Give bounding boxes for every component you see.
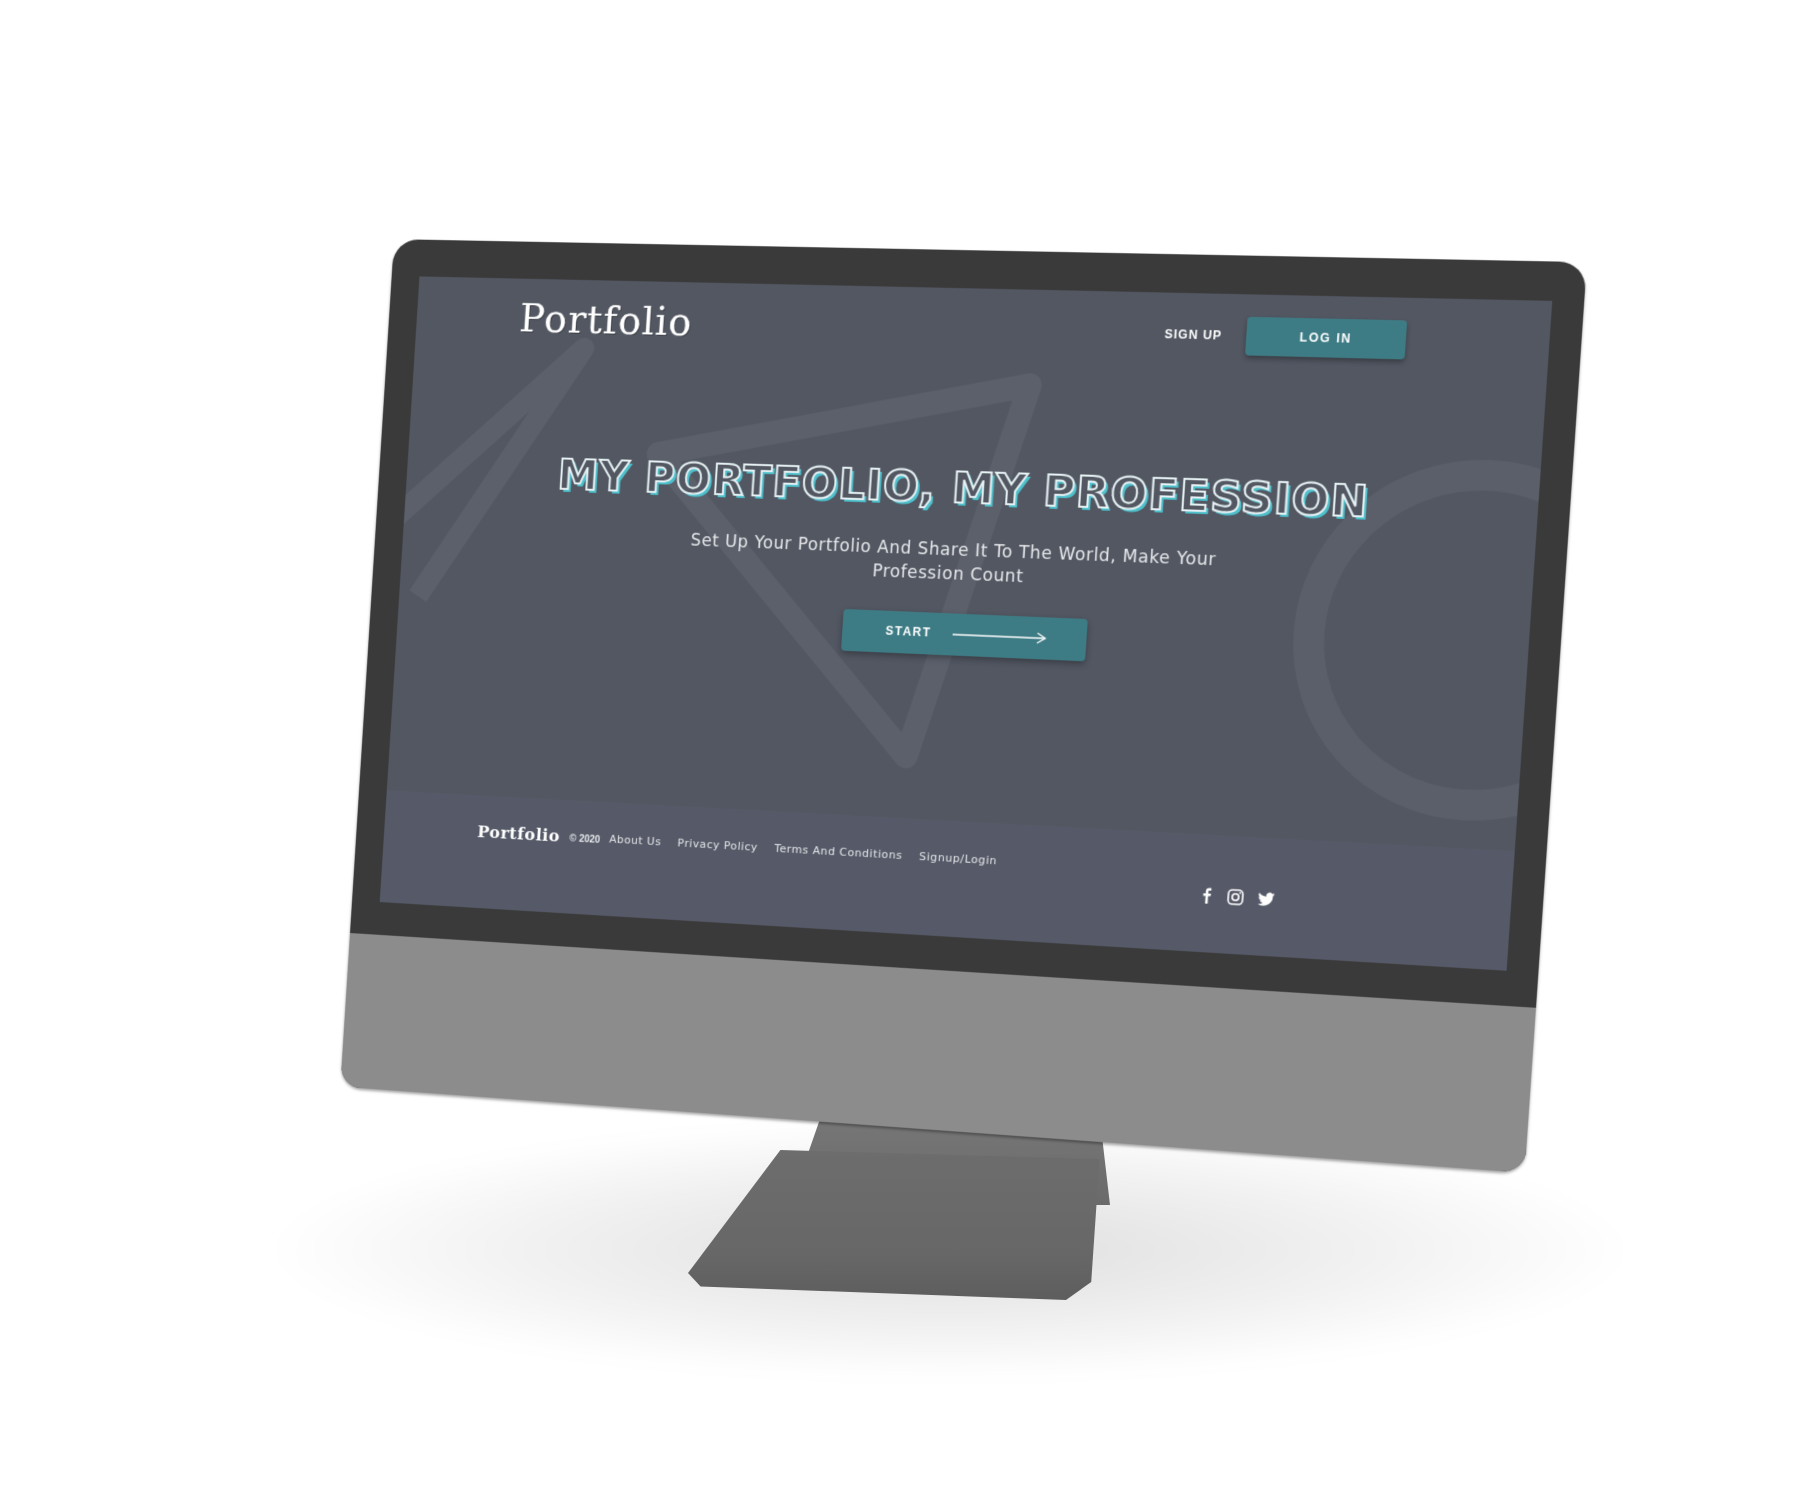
footer-link-signup-login[interactable]: Signup/Login [919, 850, 998, 867]
site-logo[interactable]: Portfolio [518, 296, 694, 345]
twitter-icon[interactable] [1255, 888, 1277, 910]
footer-link-about-us[interactable]: About Us [609, 833, 662, 849]
login-button[interactable]: LOG IN [1245, 316, 1408, 360]
signup-link[interactable]: SIGN UP [1164, 327, 1222, 343]
login-button-label: LOG IN [1299, 330, 1353, 346]
instagram-icon[interactable] [1225, 886, 1247, 907]
footer-link-terms[interactable]: Terms And Conditions [774, 842, 903, 862]
mockup-stage: Portfolio SIGN UP LOG IN MY PORTFOLIO, M… [0, 0, 1800, 1500]
footer-link-privacy-policy[interactable]: Privacy Policy [677, 837, 758, 854]
website-screen: Portfolio SIGN UP LOG IN MY PORTFOLIO, M… [379, 276, 1553, 971]
arrow-right-icon [952, 627, 1049, 645]
footer-copyright: © 2020 [569, 833, 601, 846]
footer-links: About Us Privacy Policy Terms And Condit… [609, 833, 998, 868]
footer-logo[interactable]: Portfolio [477, 822, 561, 846]
monitor: Portfolio SIGN UP LOG IN MY PORTFOLIO, M… [340, 239, 1587, 1173]
start-button-label: START [885, 623, 932, 640]
facebook-icon[interactable] [1196, 885, 1218, 906]
